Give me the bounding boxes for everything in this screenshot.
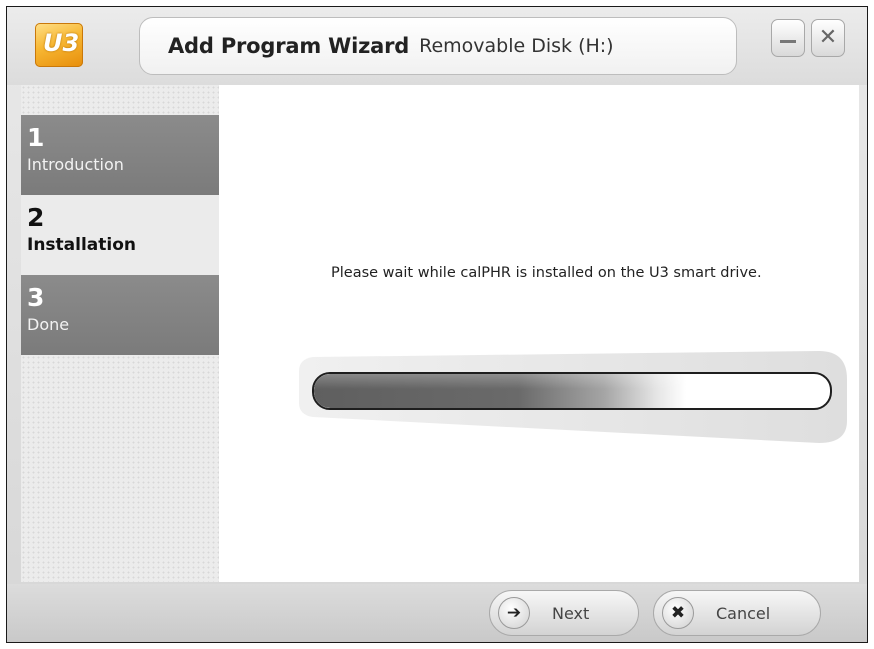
step-done: 3 Done bbox=[21, 275, 219, 355]
next-label: Next bbox=[552, 603, 590, 623]
step-label: Installation bbox=[27, 235, 137, 255]
progress-bar bbox=[312, 372, 832, 410]
arrow-right-icon: ➔ bbox=[498, 597, 530, 629]
step-number: 1 bbox=[27, 123, 45, 152]
step-label: Done bbox=[27, 315, 70, 334]
wizard-window: U3 Add Program Wizard Removable Disk (H:… bbox=[6, 6, 868, 643]
step-number: 2 bbox=[27, 203, 45, 232]
step-introduction: 1 Introduction bbox=[21, 115, 219, 195]
title-panel: Add Program Wizard Removable Disk (H:) bbox=[139, 17, 737, 75]
step-installation: 2 Installation bbox=[21, 195, 219, 275]
step-label: Introduction bbox=[27, 155, 124, 174]
u3-logo-text: U3 bbox=[43, 29, 80, 57]
window-subtitle: Removable Disk (H:) bbox=[419, 35, 614, 57]
progress-fill bbox=[314, 374, 686, 408]
steps-sidebar: 1 Introduction 2 Installation 3 Done bbox=[21, 85, 219, 582]
close-icon: ✕ bbox=[818, 25, 838, 50]
cancel-button[interactable]: ✖ Cancel bbox=[653, 590, 821, 636]
window-title: Add Program Wizard bbox=[168, 34, 410, 58]
install-message: Please wait while calPHR is installed on… bbox=[331, 265, 762, 281]
minimize-icon bbox=[780, 40, 796, 43]
footer-bar: ➔ Next ✖ Cancel bbox=[7, 584, 867, 642]
close-button[interactable]: ✕ bbox=[811, 19, 845, 57]
step-number: 3 bbox=[27, 283, 45, 312]
next-button[interactable]: ➔ Next bbox=[489, 590, 639, 636]
u3-logo: U3 bbox=[35, 23, 83, 67]
main-content: Please wait while calPHR is installed on… bbox=[219, 85, 859, 582]
cancel-label: Cancel bbox=[716, 603, 771, 623]
minimize-button[interactable] bbox=[771, 19, 805, 57]
title-bar: U3 Add Program Wizard Removable Disk (H:… bbox=[7, 7, 867, 85]
x-icon: ✖ bbox=[662, 597, 694, 629]
